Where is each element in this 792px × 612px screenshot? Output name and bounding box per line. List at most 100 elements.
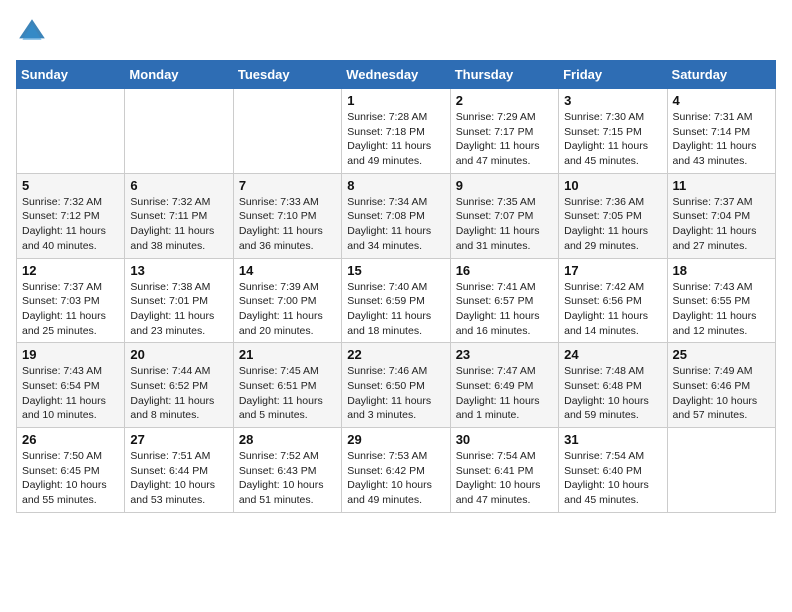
day-info: Sunrise: 7:41 AM Sunset: 6:57 PM Dayligh…: [456, 280, 553, 339]
day-info: Sunrise: 7:51 AM Sunset: 6:44 PM Dayligh…: [130, 449, 227, 508]
day-number: 8: [347, 178, 444, 193]
calendar-cell: 7 Sunrise: 7:33 AM Sunset: 7:10 PM Daylig…: [233, 173, 341, 258]
logo: [16, 16, 52, 48]
day-number: 23: [456, 347, 553, 362]
calendar-cell: 25 Sunrise: 7:49 AM Sunset: 6:46 PM Dayli…: [667, 343, 775, 428]
calendar-week: 5Sunrise: 7:32 AM Sunset: 7:12 PM Daylig…: [17, 173, 776, 258]
day-number: 12: [22, 263, 119, 278]
day-number: 6: [130, 178, 227, 193]
day-info: Sunrise: 7:43 AM Sunset: 6:55 PM Dayligh…: [673, 280, 770, 339]
day-number: 24: [564, 347, 661, 362]
day-number: 21: [239, 347, 336, 362]
header-day: Thursday: [450, 61, 558, 89]
day-number: 11: [673, 178, 770, 193]
day-info: Sunrise: 7:49 AM Sunset: 6:46 PM Dayligh…: [673, 364, 770, 423]
page-header: [16, 16, 776, 48]
day-info: Sunrise: 7:45 AM Sunset: 6:51 PM Dayligh…: [239, 364, 336, 423]
day-info: Sunrise: 7:39 AM Sunset: 7:00 PM Dayligh…: [239, 280, 336, 339]
day-info: Sunrise: 7:53 AM Sunset: 6:42 PM Dayligh…: [347, 449, 444, 508]
day-info: Sunrise: 7:30 AM Sunset: 7:15 PM Dayligh…: [564, 110, 661, 169]
day-number: 7: [239, 178, 336, 193]
calendar-cell: 5Sunrise: 7:32 AM Sunset: 7:12 PM Daylig…: [17, 173, 125, 258]
day-info: Sunrise: 7:36 AM Sunset: 7:05 PM Dayligh…: [564, 195, 661, 254]
day-info: Sunrise: 7:44 AM Sunset: 6:52 PM Dayligh…: [130, 364, 227, 423]
calendar-cell: 31 Sunrise: 7:54 AM Sunset: 6:40 PM Dayli…: [559, 428, 667, 513]
calendar-cell: 22Sunrise: 7:46 AM Sunset: 6:50 PM Dayli…: [342, 343, 450, 428]
day-number: 26: [22, 432, 119, 447]
calendar-cell: 14 Sunrise: 7:39 AM Sunset: 7:00 PM Dayli…: [233, 258, 341, 343]
calendar-cell: 6 Sunrise: 7:32 AM Sunset: 7:11 PM Daylig…: [125, 173, 233, 258]
day-info: Sunrise: 7:37 AM Sunset: 7:03 PM Dayligh…: [22, 280, 119, 339]
day-number: 5: [22, 178, 119, 193]
calendar-cell: 13 Sunrise: 7:38 AM Sunset: 7:01 PM Dayli…: [125, 258, 233, 343]
day-number: 25: [673, 347, 770, 362]
header-day: Sunday: [17, 61, 125, 89]
calendar-cell: 16Sunrise: 7:41 AM Sunset: 6:57 PM Dayli…: [450, 258, 558, 343]
day-number: 9: [456, 178, 553, 193]
calendar-cell: 21 Sunrise: 7:45 AM Sunset: 6:51 PM Dayli…: [233, 343, 341, 428]
header-day: Tuesday: [233, 61, 341, 89]
calendar-cell: 4 Sunrise: 7:31 AM Sunset: 7:14 PM Daylig…: [667, 89, 775, 174]
day-info: Sunrise: 7:33 AM Sunset: 7:10 PM Dayligh…: [239, 195, 336, 254]
day-info: Sunrise: 7:31 AM Sunset: 7:14 PM Dayligh…: [673, 110, 770, 169]
day-number: 28: [239, 432, 336, 447]
calendar-cell: 12 Sunrise: 7:37 AM Sunset: 7:03 PM Dayli…: [17, 258, 125, 343]
day-number: 29: [347, 432, 444, 447]
day-number: 31: [564, 432, 661, 447]
calendar-cell: 8Sunrise: 7:34 AM Sunset: 7:08 PM Daylig…: [342, 173, 450, 258]
header-day: Monday: [125, 61, 233, 89]
header-day: Wednesday: [342, 61, 450, 89]
calendar-cell: 17Sunrise: 7:42 AM Sunset: 6:56 PM Dayli…: [559, 258, 667, 343]
calendar-cell: [667, 428, 775, 513]
calendar-week: 12 Sunrise: 7:37 AM Sunset: 7:03 PM Dayli…: [17, 258, 776, 343]
header-day: Saturday: [667, 61, 775, 89]
day-number: 18: [673, 263, 770, 278]
calendar-cell: [125, 89, 233, 174]
day-info: Sunrise: 7:50 AM Sunset: 6:45 PM Dayligh…: [22, 449, 119, 508]
calendar-cell: 29 Sunrise: 7:53 AM Sunset: 6:42 PM Dayli…: [342, 428, 450, 513]
day-number: 13: [130, 263, 227, 278]
calendar-cell: 23 Sunrise: 7:47 AM Sunset: 6:49 PM Dayli…: [450, 343, 558, 428]
day-info: Sunrise: 7:52 AM Sunset: 6:43 PM Dayligh…: [239, 449, 336, 508]
day-info: Sunrise: 7:42 AM Sunset: 6:56 PM Dayligh…: [564, 280, 661, 339]
day-info: Sunrise: 7:47 AM Sunset: 6:49 PM Dayligh…: [456, 364, 553, 423]
header-row: SundayMondayTuesdayWednesdayThursdayFrid…: [17, 61, 776, 89]
calendar-cell: 9Sunrise: 7:35 AM Sunset: 7:07 PM Daylig…: [450, 173, 558, 258]
header-day: Friday: [559, 61, 667, 89]
day-number: 20: [130, 347, 227, 362]
calendar-cell: 2Sunrise: 7:29 AM Sunset: 7:17 PM Daylig…: [450, 89, 558, 174]
day-number: 27: [130, 432, 227, 447]
calendar-week: 19 Sunrise: 7:43 AM Sunset: 6:54 PM Dayli…: [17, 343, 776, 428]
day-info: Sunrise: 7:37 AM Sunset: 7:04 PM Dayligh…: [673, 195, 770, 254]
calendar-cell: 19 Sunrise: 7:43 AM Sunset: 6:54 PM Dayli…: [17, 343, 125, 428]
day-number: 22: [347, 347, 444, 362]
calendar-cell: 30 Sunrise: 7:54 AM Sunset: 6:41 PM Dayli…: [450, 428, 558, 513]
day-info: Sunrise: 7:29 AM Sunset: 7:17 PM Dayligh…: [456, 110, 553, 169]
day-info: Sunrise: 7:40 AM Sunset: 6:59 PM Dayligh…: [347, 280, 444, 339]
calendar-cell: 10 Sunrise: 7:36 AM Sunset: 7:05 PM Dayli…: [559, 173, 667, 258]
calendar-cell: 1Sunrise: 7:28 AM Sunset: 7:18 PM Daylig…: [342, 89, 450, 174]
calendar-body: 1Sunrise: 7:28 AM Sunset: 7:18 PM Daylig…: [17, 89, 776, 513]
calendar-cell: 3 Sunrise: 7:30 AM Sunset: 7:15 PM Daylig…: [559, 89, 667, 174]
logo-icon: [16, 16, 48, 48]
day-number: 4: [673, 93, 770, 108]
calendar-cell: 20 Sunrise: 7:44 AM Sunset: 6:52 PM Dayli…: [125, 343, 233, 428]
day-number: 3: [564, 93, 661, 108]
day-info: Sunrise: 7:54 AM Sunset: 6:41 PM Dayligh…: [456, 449, 553, 508]
day-number: 10: [564, 178, 661, 193]
day-info: Sunrise: 7:54 AM Sunset: 6:40 PM Dayligh…: [564, 449, 661, 508]
calendar-cell: [233, 89, 341, 174]
day-number: 30: [456, 432, 553, 447]
day-info: Sunrise: 7:43 AM Sunset: 6:54 PM Dayligh…: [22, 364, 119, 423]
calendar-week: 1Sunrise: 7:28 AM Sunset: 7:18 PM Daylig…: [17, 89, 776, 174]
day-info: Sunrise: 7:38 AM Sunset: 7:01 PM Dayligh…: [130, 280, 227, 339]
day-number: 19: [22, 347, 119, 362]
day-info: Sunrise: 7:32 AM Sunset: 7:11 PM Dayligh…: [130, 195, 227, 254]
calendar-table: SundayMondayTuesdayWednesdayThursdayFrid…: [16, 60, 776, 513]
calendar-week: 26 Sunrise: 7:50 AM Sunset: 6:45 PM Dayli…: [17, 428, 776, 513]
day-number: 15: [347, 263, 444, 278]
day-number: 1: [347, 93, 444, 108]
calendar-cell: 26 Sunrise: 7:50 AM Sunset: 6:45 PM Dayli…: [17, 428, 125, 513]
day-number: 14: [239, 263, 336, 278]
calendar-cell: 24Sunrise: 7:48 AM Sunset: 6:48 PM Dayli…: [559, 343, 667, 428]
